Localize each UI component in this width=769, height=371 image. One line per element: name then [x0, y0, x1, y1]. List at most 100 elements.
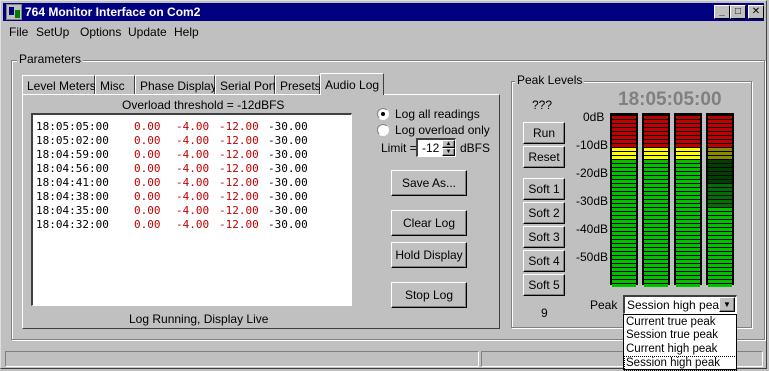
soft4-button[interactable]: Soft 4: [523, 250, 565, 272]
meter-segment: [612, 216, 636, 219]
meter-1: [610, 113, 638, 287]
meter-segment: [644, 268, 668, 271]
log-overload-label[interactable]: Log overload only: [395, 123, 490, 137]
log-timestamp: 18:04:32:00: [36, 218, 109, 231]
log-timestamp: 18:05:02:00: [36, 134, 109, 147]
log-value: -12.00: [219, 148, 259, 161]
peak-mode-select[interactable]: Session high peak ▼: [623, 295, 737, 314]
clear-log-button[interactable]: Clear Log: [391, 210, 467, 236]
log-all-radio[interactable]: [377, 108, 389, 120]
tab-phase-display[interactable]: Phase Display: [135, 75, 217, 94]
meter-segment: [708, 224, 732, 227]
peak-count: 9: [541, 306, 548, 320]
meter-segment: [644, 140, 668, 143]
log-value: -30.00: [268, 176, 308, 189]
meter-segment: [708, 244, 732, 247]
meter-segment: [644, 232, 668, 235]
meter-segment: [676, 116, 700, 119]
meter-segment: [708, 144, 732, 147]
meter-segment: [708, 232, 732, 235]
peak-unknown-label: ???: [532, 98, 553, 112]
soft2-button[interactable]: Soft 2: [523, 202, 565, 224]
reset-button[interactable]: Reset: [523, 146, 565, 168]
menu-update[interactable]: Update: [128, 25, 167, 39]
meter-segment: [708, 216, 732, 219]
option-current-high-peak[interactable]: Current high peak: [625, 343, 736, 356]
meter-segment: [612, 248, 636, 251]
peak-mode-value[interactable]: Session high peak: [627, 298, 725, 312]
close-button[interactable]: ✕: [748, 5, 764, 19]
timecode-display: 18:05:05:00: [618, 89, 722, 110]
meter-segment: [612, 268, 636, 271]
soft5-button[interactable]: Soft 5: [523, 274, 565, 296]
run-button[interactable]: Run: [523, 122, 565, 144]
meter-segment: [708, 200, 732, 203]
meter-segment: [612, 240, 636, 243]
meter-segment: [676, 276, 700, 279]
soft3-button[interactable]: Soft 3: [523, 226, 565, 248]
maximize-button[interactable]: □: [730, 5, 746, 19]
meter-segment: [708, 284, 732, 287]
title-bar[interactable]: 764 Monitor Interface on Com2 _ □ ✕: [3, 3, 764, 21]
hold-display-button[interactable]: Hold Display: [391, 242, 467, 268]
save-as-button[interactable]: Save As...: [391, 170, 467, 196]
tab-serial-port[interactable]: Serial Port: [215, 75, 276, 94]
menu-file[interactable]: File: [9, 25, 28, 39]
log-value: 0.00: [134, 162, 161, 175]
stop-log-button[interactable]: Stop Log: [391, 282, 467, 308]
meter-segment: [644, 172, 668, 175]
meter-segment: [644, 168, 668, 171]
meter-segment: [612, 228, 636, 231]
log-value: 0.00: [134, 134, 161, 147]
tab-level-meters[interactable]: Level Meters: [22, 75, 96, 94]
meter-segment: [708, 176, 732, 179]
audio-log-list[interactable]: 18:05:05:00 0.00 -4.00 -12.00 -30.00 18:05:02…: [31, 113, 352, 306]
app-icon[interactable]: [6, 4, 22, 20]
option-session-true-peak[interactable]: Session true peak: [625, 329, 736, 342]
log-value: -12.00: [219, 120, 259, 133]
meter-segment: [612, 260, 636, 263]
spin-down-icon[interactable]: ▼: [442, 148, 455, 156]
meter-segment: [644, 284, 668, 287]
meter-segment: [708, 220, 732, 223]
limit-value[interactable]: -12: [422, 141, 439, 155]
log-value: -12.00: [219, 190, 259, 203]
meter-segment: [644, 120, 668, 123]
meter-segment: [644, 240, 668, 243]
meter-segment: [612, 212, 636, 215]
option-current-true-peak[interactable]: Current true peak: [625, 316, 736, 329]
option-session-high-peak[interactable]: Session high peak: [624, 356, 737, 371]
meter-segment: [676, 140, 700, 143]
tab-misc[interactable]: Misc: [95, 75, 135, 94]
meter-segment: [676, 192, 700, 195]
meter-segment: [676, 180, 700, 183]
limit-unit: dBFS: [460, 141, 491, 155]
log-overload-radio[interactable]: [377, 124, 389, 136]
meter-segment: [612, 224, 636, 227]
log-value: 0.00: [134, 176, 161, 189]
status-panel-1: [5, 351, 479, 367]
meter-segment: [708, 196, 732, 199]
menu-setup[interactable]: SetUp: [36, 25, 69, 39]
log-value: -30.00: [268, 120, 308, 133]
limit-spinner[interactable]: -12 ▲ ▼: [416, 138, 456, 157]
meter-segment: [644, 244, 668, 247]
peak-mode-options[interactable]: Current true peak Session true peak Curr…: [623, 314, 737, 371]
meter-segment: [612, 264, 636, 267]
menu-help[interactable]: Help: [174, 25, 199, 39]
meter-2: [642, 113, 670, 287]
menu-options[interactable]: Options: [80, 25, 121, 39]
tab-audio-log[interactable]: Audio Log: [320, 73, 384, 95]
soft1-button[interactable]: Soft 1: [523, 178, 565, 200]
log-value: -12.00: [219, 162, 259, 175]
tab-presets[interactable]: Presets: [275, 75, 321, 94]
spin-up-icon[interactable]: ▲: [442, 140, 455, 148]
log-all-label[interactable]: Log all readings: [395, 107, 480, 121]
meter-segment: [612, 168, 636, 171]
meter-segment: [612, 124, 636, 127]
minimize-button[interactable]: _: [714, 5, 730, 19]
meter-segment: [644, 136, 668, 139]
meter-segment: [708, 124, 732, 127]
meter-segment: [612, 284, 636, 287]
chevron-down-icon[interactable]: ▼: [719, 297, 735, 312]
